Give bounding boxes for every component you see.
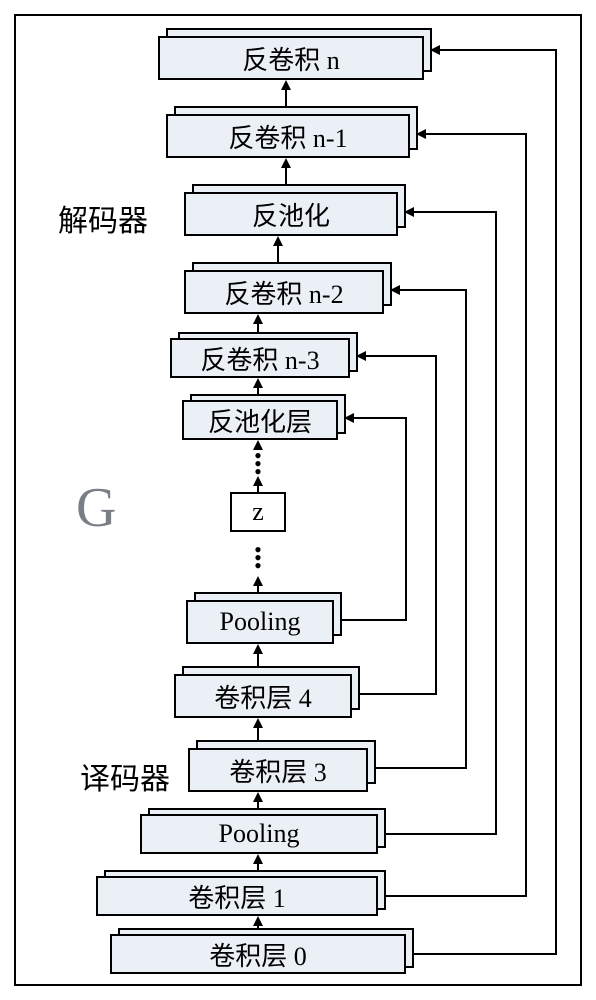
- layer-deconv-n3-text: 反卷积 n-3: [200, 340, 319, 377]
- layer-unpool-mid-box: 反池化层: [182, 400, 338, 440]
- layer-deconv-n1-text: 反卷积 n-1: [228, 118, 347, 155]
- layer-pool-bot-box: Pooling: [140, 814, 378, 854]
- decoder-section-label: 解码器: [58, 196, 148, 240]
- layer-unpool-top-box: 反池化: [184, 192, 398, 236]
- layer-conv3-box: 卷积层 3: [188, 748, 368, 792]
- vdots-bottom: •••: [248, 546, 268, 570]
- layer-conv1-box: 卷积层 1: [96, 876, 378, 916]
- layer-z: z: [230, 492, 286, 532]
- layer-deconv-n-text: 反卷积 n: [242, 40, 340, 77]
- layer-conv4-text: 卷积层 4: [214, 678, 312, 715]
- layer-conv0-text: 卷积层 0: [209, 936, 307, 973]
- layer-deconv-n2-box: 反卷积 n-2: [184, 270, 384, 314]
- layer-pool-bot-text: Pooling: [219, 819, 300, 849]
- layer-pool-top-text: Pooling: [220, 607, 301, 637]
- layer-unpool-mid-text: 反池化层: [208, 402, 312, 439]
- network-label-g: G: [76, 476, 116, 540]
- diagram-frame: G 解码器 译码器 反卷积 n 反卷积 n-1 反池化 反卷积 n-2 反卷积 …: [14, 14, 582, 986]
- layer-unpool-top-text: 反池化: [252, 196, 330, 233]
- layer-deconv-n3-box: 反卷积 n-3: [170, 338, 350, 378]
- diagram-stage: G 解码器 译码器 反卷积 n 反卷积 n-1 反池化 反卷积 n-2 反卷积 …: [16, 16, 580, 984]
- encoder-section-label: 译码器: [80, 754, 170, 798]
- layer-deconv-n1-box: 反卷积 n-1: [166, 114, 410, 158]
- layer-pool-top-box: Pooling: [186, 600, 334, 644]
- layer-conv1-text: 卷积层 1: [188, 878, 286, 915]
- layer-deconv-n-box: 反卷积 n: [158, 36, 424, 80]
- layer-deconv-n2-text: 反卷积 n-2: [224, 274, 343, 311]
- layer-z-text: z: [252, 497, 264, 527]
- layer-conv0-box: 卷积层 0: [110, 934, 406, 974]
- layer-conv3-text: 卷积层 3: [229, 752, 327, 789]
- vdots-top: •••: [248, 452, 268, 476]
- layer-conv4-box: 卷积层 4: [174, 674, 352, 718]
